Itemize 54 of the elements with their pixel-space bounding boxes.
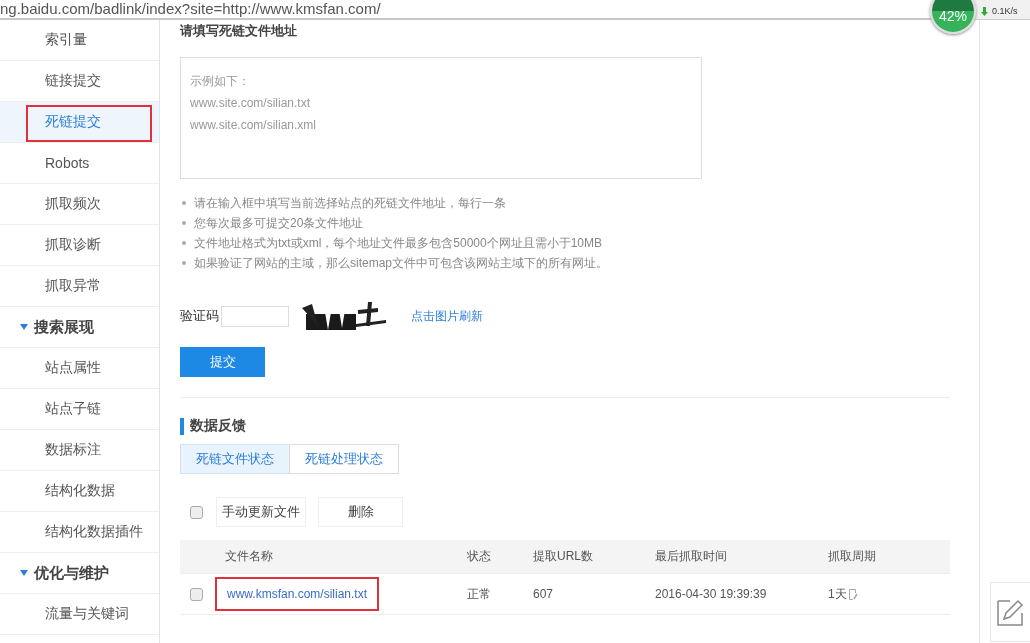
file-link[interactable]: www.kmsfan.com/silian.txt — [215, 577, 380, 611]
select-all-checkbox[interactable] — [190, 505, 203, 519]
address-url[interactable]: ng.baidu.com/badlink/index?site=http://www.kmsfan.com/ — [0, 0, 381, 18]
note-text: 如果验证了网站的主域，那么sitemap文件中可包含该网站主域下的所有网址。 — [194, 255, 609, 271]
sidebar-item[interactable]: 结构化数据 — [0, 471, 159, 512]
table-cell-text: 2016-04-30 19:39:39 — [655, 587, 768, 601]
refresh-link[interactable]: 点击图片刷新 — [411, 307, 483, 325]
sidebar-group[interactable]: 优化与维护 — [0, 553, 159, 594]
column-header: 文件名称 — [225, 548, 274, 565]
sidebar-item[interactable]: Robots — [0, 143, 159, 184]
bullet-icon — [182, 201, 186, 205]
section-title: 数据反馈 — [190, 417, 246, 435]
toolbar-button[interactable]: 手动更新文件 — [216, 497, 306, 527]
download-speed: 0.1K/s — [992, 6, 1018, 16]
sidebar-item[interactable]: 抓取诊断 — [0, 225, 159, 266]
sidebar-item[interactable]: 站点子链 — [0, 389, 159, 430]
row-checkbox[interactable] — [190, 587, 203, 601]
tab[interactable]: 死链文件状态 — [180, 444, 290, 474]
captcha-label: 验证码 — [180, 307, 219, 325]
column-header: 状态 — [467, 548, 492, 565]
bullet-icon — [182, 241, 186, 245]
sidebar-item[interactable]: 抓取频次 — [0, 184, 159, 225]
sidebar-item[interactable]: 死链提交 — [0, 102, 159, 143]
column-header: 最后抓取时间 — [655, 548, 728, 565]
sidebar-item[interactable]: 索引量 — [0, 20, 159, 61]
toolbar-button[interactable]: 删除 — [318, 497, 403, 527]
usage-percent: 42% — [939, 8, 967, 24]
sidebar-item[interactable]: 流量与关键词 — [0, 594, 159, 635]
bullet-icon — [182, 221, 186, 225]
edit-icon[interactable] — [848, 588, 858, 600]
down-arrow-icon — [981, 7, 988, 16]
note-text: 请在输入框中填写当前选择站点的死链文件地址，每行一条 — [194, 195, 506, 211]
table-cell-text: 607 — [533, 587, 555, 601]
pencil-icon — [996, 597, 1024, 627]
sidebar-item[interactable]: 数据标注 — [0, 430, 159, 471]
bullet-icon — [182, 261, 186, 265]
captcha-field[interactable] — [221, 305, 289, 327]
caret-icon — [20, 324, 28, 330]
column-header: 提取URL数 — [533, 548, 594, 565]
note-text: 文件地址格式为txt或xml，每个地址文件最多包含50000个网址且需小于10MB — [194, 235, 603, 251]
tab[interactable]: 死链处理状态 — [289, 444, 399, 474]
feedback-button[interactable] — [990, 582, 1030, 642]
table-cell-text: 正常 — [467, 585, 492, 603]
form-title: 请填写死链文件地址 — [180, 22, 298, 40]
note-text: 您每次最多可提交20条文件地址 — [194, 215, 364, 231]
table-cell: 1天 — [828, 585, 847, 603]
sidebar-item[interactable]: 抓取异常 — [0, 266, 159, 307]
submit-button[interactable]: 提交 — [180, 347, 265, 377]
sidebar-group[interactable]: 搜索展现 — [0, 307, 159, 348]
sidebar-item[interactable]: 站点属性 — [0, 348, 159, 389]
column-header: 抓取周期 — [828, 548, 877, 565]
caret-icon — [20, 570, 28, 576]
input-field[interactable]: 示例如下： www.site.com/silian.txt www.site.com/silian.xml — [180, 57, 702, 179]
sidebar-item[interactable]: 结构化数据插件 — [0, 512, 159, 553]
